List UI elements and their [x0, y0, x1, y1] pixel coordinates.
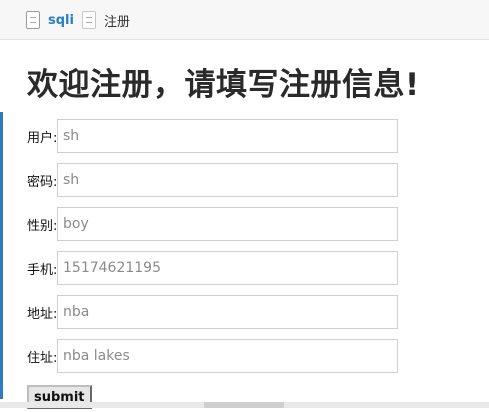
scrollbar-thumb[interactable]	[204, 402, 284, 408]
tab-register[interactable]: 注册	[82, 0, 130, 40]
phone-label: 手机:	[27, 262, 58, 278]
gender-label: 性别:	[27, 218, 58, 234]
password-label: 密码:	[27, 174, 58, 190]
phone-input[interactable]	[57, 251, 398, 285]
residence-input[interactable]	[57, 339, 398, 373]
file-icon	[26, 11, 40, 29]
register-form: 欢迎注册，请填写注册信息! 用户: 密码: 性别: 手机: 地址: 住址: su…	[27, 62, 487, 412]
gender-input[interactable]	[57, 207, 398, 241]
username-input[interactable]	[57, 119, 398, 153]
tab-sqli-label: sqli	[48, 12, 74, 28]
tab-register-label: 注册	[104, 14, 131, 30]
tab-sqli[interactable]: sqli	[26, 0, 74, 40]
page-title: 欢迎注册，请填写注册信息!	[27, 67, 420, 103]
form-row-address: 地址:	[27, 290, 487, 334]
file-icon	[82, 11, 96, 29]
tab-bar: sqli 注册	[0, 0, 489, 40]
username-label: 用户:	[27, 130, 58, 146]
password-input[interactable]	[57, 163, 398, 197]
form-row-username: 用户:	[27, 114, 487, 158]
residence-label: 住址:	[27, 350, 58, 366]
form-row-gender: 性别:	[27, 202, 487, 246]
address-input[interactable]	[57, 295, 398, 329]
left-accent-bar	[0, 112, 3, 399]
form-row-phone: 手机:	[27, 246, 487, 290]
form-row-residence: 住址:	[27, 334, 487, 378]
address-label: 地址:	[27, 306, 58, 322]
form-row-password: 密码:	[27, 158, 487, 202]
